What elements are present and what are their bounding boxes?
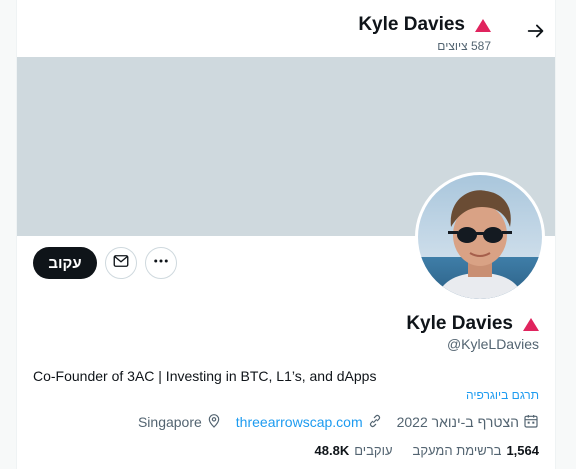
followers-label: עוקבים xyxy=(354,443,393,458)
profile-stats: 1,564 ברשימת המעקב עוקבים 48.8K xyxy=(315,443,539,458)
profile-bio: Co-Founder of 3AC | Investing in BTC, L1… xyxy=(33,368,377,384)
message-button[interactable] xyxy=(105,247,137,279)
calendar-icon xyxy=(523,413,539,432)
profile-handle: @KyleLDavies xyxy=(446,336,539,352)
tweet-count: 587 ציוצים xyxy=(437,39,491,53)
join-date: הצטרף ב-ינואר 2022 xyxy=(397,413,539,432)
profile-name: Kyle Davies xyxy=(406,313,539,335)
profile-header-bar: Kyle Davies 587 ציוצים xyxy=(17,0,555,57)
arrow-right-icon[interactable] xyxy=(525,20,547,42)
envelope-icon xyxy=(112,252,130,275)
following-label: ברשימת המעקב xyxy=(412,443,502,458)
avatar[interactable] xyxy=(415,172,545,302)
website-link[interactable]: threearrowscap.com xyxy=(236,414,363,430)
website[interactable]: threearrowscap.com xyxy=(236,413,383,432)
location-pin-icon xyxy=(206,413,222,432)
following-count: 1,564 xyxy=(506,443,539,458)
triangle-badge-icon xyxy=(523,317,539,331)
more-dots-icon xyxy=(152,252,170,275)
location-text: Singapore xyxy=(137,414,202,430)
profile-column: Kyle Davies 587 ציוצים עקוב Kyle Davies … xyxy=(16,0,556,469)
profile-name-text: Kyle Davies xyxy=(406,313,513,334)
followers-count: 48.8K xyxy=(314,443,350,458)
follow-button[interactable]: עקוב xyxy=(33,247,97,279)
more-button[interactable] xyxy=(145,247,177,279)
link-icon xyxy=(367,413,383,432)
profile-meta-row: הצטרף ב-ינואר 2022 threearrowscap.com Si… xyxy=(138,413,539,431)
join-date-text: הצטרף ב-ינואר 2022 xyxy=(396,414,519,430)
location: Singapore xyxy=(138,413,222,432)
header-name: Kyle Davies xyxy=(358,14,491,36)
triangle-badge-icon xyxy=(475,18,491,32)
followers-stat[interactable]: עוקבים 48.8K xyxy=(315,443,393,458)
header-name-text: Kyle Davies xyxy=(358,14,465,35)
translate-bio-link[interactable]: תרגם ביוגרפיה xyxy=(466,388,539,402)
following-stat[interactable]: 1,564 ברשימת המעקב xyxy=(413,443,539,458)
